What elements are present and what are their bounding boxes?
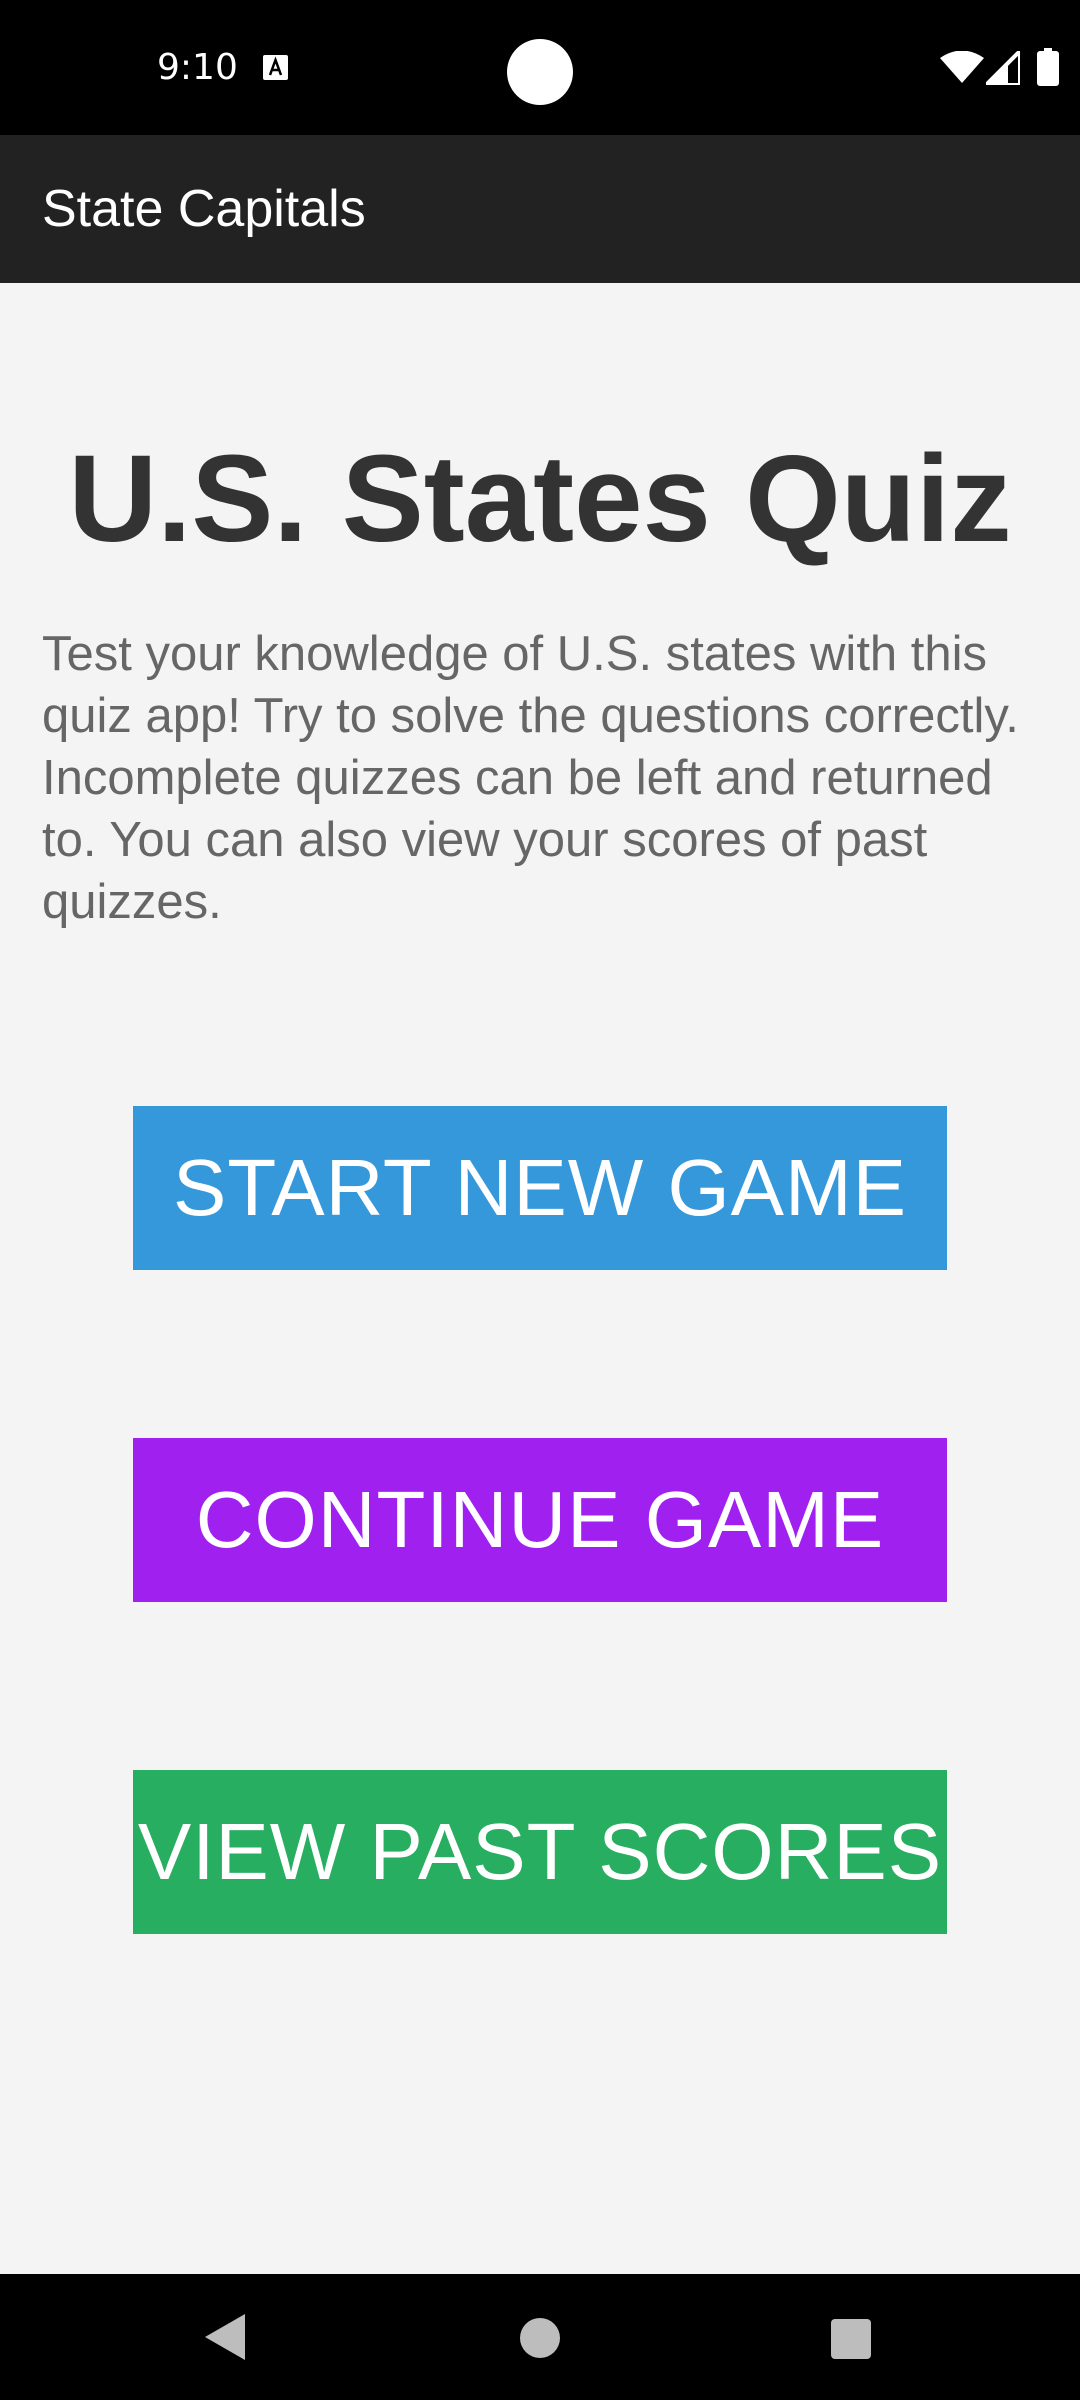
back-icon[interactable] — [205, 2314, 249, 2360]
app-bar: State Capitals — [0, 135, 1080, 283]
camera-cutout — [507, 39, 573, 105]
start-new-game-button[interactable]: START NEW GAME — [133, 1106, 947, 1270]
quiz-heading: U.S. States Quiz — [68, 431, 1012, 568]
signal-icon — [986, 51, 1020, 85]
status-bar: 9:10 — [0, 0, 1080, 135]
app-title: State Capitals — [42, 180, 366, 238]
status-time: 9:10 — [157, 47, 238, 88]
phone-screen: 9:10 State Capitals U.S. States Quiz Tes… — [0, 0, 1080, 2400]
recents-icon[interactable] — [831, 2319, 871, 2359]
continue-game-button[interactable]: CONTINUE GAME — [133, 1438, 947, 1602]
main-content: U.S. States Quiz Test your knowledge of … — [0, 283, 1080, 2274]
wifi-icon — [940, 51, 984, 83]
text-a-icon — [263, 55, 288, 80]
view-past-scores-button[interactable]: VIEW PAST SCORES — [133, 1770, 947, 1934]
battery-icon — [1037, 48, 1059, 86]
intro-description: Test your knowledge of U.S. states with … — [42, 627, 1019, 929]
home-icon[interactable] — [520, 2318, 560, 2358]
navigation-bar — [0, 2274, 1080, 2400]
